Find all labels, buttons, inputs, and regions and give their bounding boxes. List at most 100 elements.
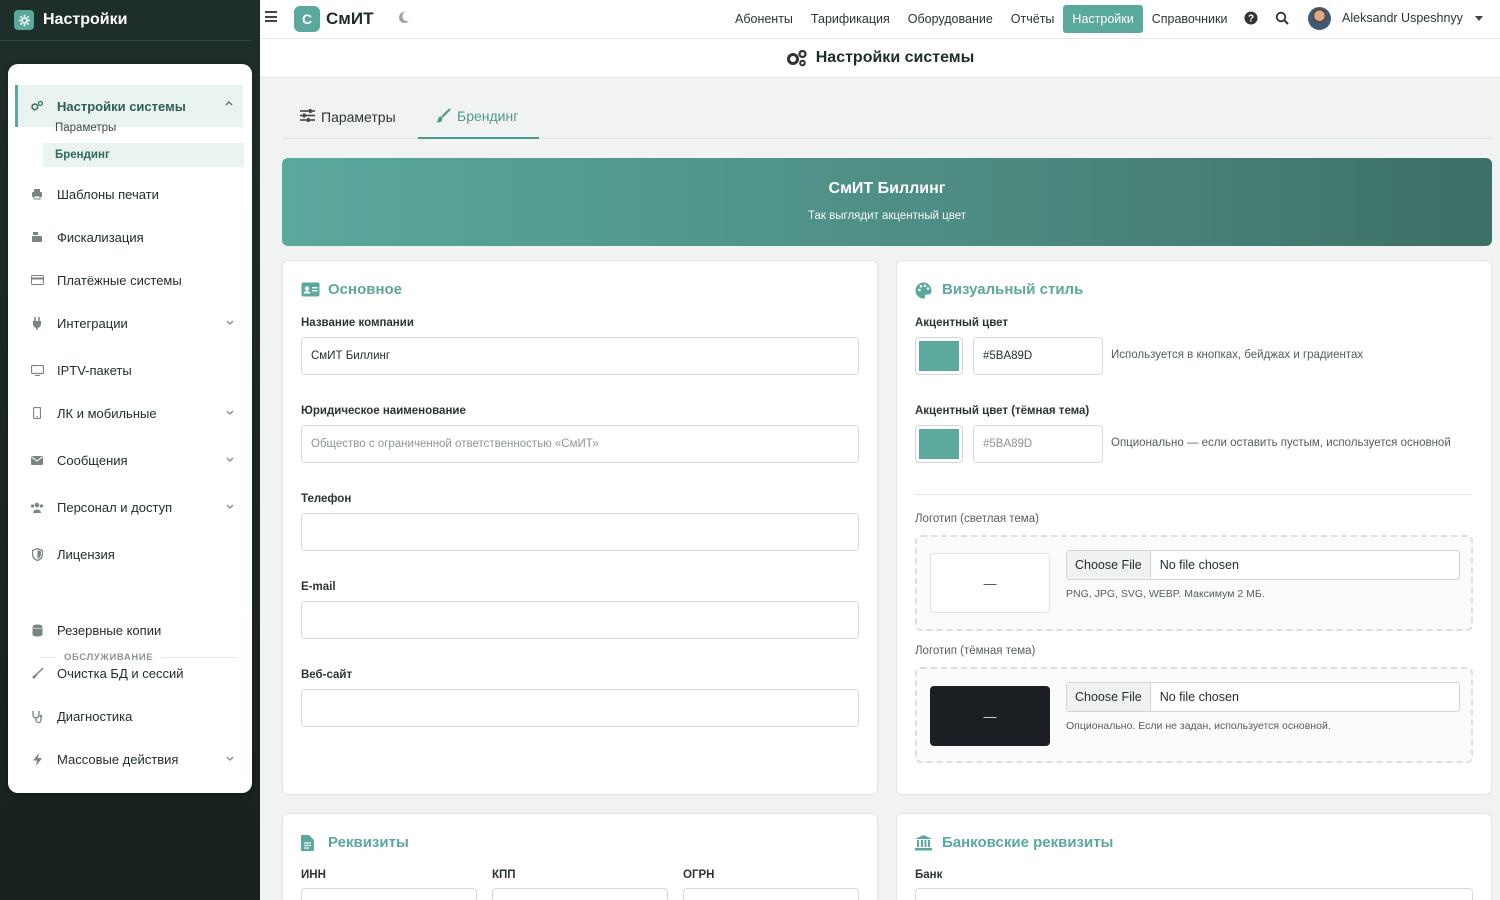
help-icon[interactable]: ? bbox=[1244, 11, 1258, 25]
broom-icon bbox=[30, 666, 44, 680]
credit-card-icon bbox=[30, 273, 44, 287]
svg-text:?: ? bbox=[1248, 14, 1254, 25]
sidebar-item-iptv-packages[interactable]: IPTV-пакеты bbox=[16, 355, 244, 385]
nav-settings[interactable]: Настройки bbox=[1063, 5, 1143, 33]
cogs-icon bbox=[30, 99, 44, 113]
sidebar-item-label: Шаблоны печати bbox=[57, 186, 159, 202]
logo-light-file-input[interactable]: Choose File No file chosen bbox=[1066, 550, 1460, 580]
moon-icon[interactable] bbox=[397, 11, 411, 25]
accent-color-swatch bbox=[919, 341, 959, 371]
accent-dark-hint: Опционально — если оставить пустым, испо… bbox=[1111, 437, 1451, 449]
accent-color-label: Акцентный цвет bbox=[915, 317, 1008, 329]
page-header: Настройки системы bbox=[260, 39, 1500, 78]
nav-tariffs[interactable]: Тарификация bbox=[802, 5, 899, 33]
requisites-card: Реквизиты ИНН КПП ОГРН bbox=[282, 813, 878, 900]
file-text-icon bbox=[301, 834, 320, 851]
settings-tabs: Параметры Брендинг bbox=[282, 94, 1492, 139]
sidebar-subitem-label: Параметры bbox=[55, 122, 117, 134]
sidebar-item-bulk-actions[interactable]: Массовые действия bbox=[16, 744, 244, 774]
tab-branding[interactable]: Брендинг bbox=[418, 94, 539, 139]
file-status: No file chosen bbox=[1159, 558, 1239, 572]
bank-input[interactable] bbox=[915, 888, 1473, 900]
hamburger-menu-icon[interactable] bbox=[265, 11, 277, 23]
website-input[interactable] bbox=[301, 689, 859, 727]
email-input[interactable] bbox=[301, 601, 859, 639]
user-name[interactable]: Aleksandr Uspeshnyy bbox=[1342, 11, 1463, 25]
sidebar-item-integrations[interactable]: Интеграции bbox=[16, 308, 244, 338]
sidebar-item-messages[interactable]: Сообщения bbox=[16, 445, 244, 475]
sidebar: Настройки Настройки системы Параметры Бр… bbox=[0, 0, 260, 900]
paint-brush-icon bbox=[436, 108, 451, 123]
logo-light-label: Логотип (светлая тема) bbox=[915, 513, 1039, 525]
sidebar-item-mobile[interactable]: ЛК и мобильные bbox=[16, 398, 244, 428]
sidebar-item-staff-access[interactable]: Персонал и доступ bbox=[16, 492, 244, 522]
sidebar-item-label: Сообщения bbox=[57, 452, 128, 468]
inn-label: ИНН bbox=[301, 869, 326, 881]
bank-details-card: Банковские реквизиты Банк bbox=[896, 813, 1492, 900]
accent-dark-label: Акцентный цвет (тёмная тема) bbox=[915, 405, 1090, 417]
envelope-icon bbox=[30, 453, 44, 467]
card-title: Визуальный стиль bbox=[915, 281, 1083, 298]
ogrn-label: ОГРН bbox=[683, 869, 715, 881]
sidebar-item-label: IPTV-пакеты bbox=[57, 362, 132, 378]
sidebar-item-diagnostics[interactable]: Диагностика bbox=[16, 701, 244, 731]
sidebar-subitem-label: Брендинг bbox=[55, 149, 110, 161]
phone-input[interactable] bbox=[301, 513, 859, 551]
settings-gear-icon bbox=[14, 10, 34, 30]
chevron-down-icon bbox=[226, 408, 234, 416]
cogs-icon bbox=[786, 49, 808, 67]
accent-color-picker[interactable] bbox=[915, 337, 963, 375]
tab-label: Параметры bbox=[321, 108, 396, 125]
nav-subscribers[interactable]: Абоненты bbox=[726, 5, 802, 33]
nav-reports[interactable]: Отчёты bbox=[1002, 5, 1064, 33]
sidebar-item-payment-systems[interactable]: Платёжные системы bbox=[16, 265, 244, 295]
choose-file-button[interactable]: Choose File bbox=[1067, 683, 1151, 711]
legal-name-input[interactable]: Общество с ограниченной ответственностью… bbox=[301, 425, 859, 463]
logo-dark-dropzone[interactable]: — Choose File No file chosen Опционально… bbox=[915, 667, 1473, 763]
avatar[interactable] bbox=[1308, 7, 1331, 30]
divider bbox=[915, 494, 1473, 495]
tab-label: Брендинг bbox=[457, 107, 519, 124]
nav-directories[interactable]: Справочники bbox=[1143, 5, 1237, 33]
search-icon[interactable] bbox=[1275, 11, 1289, 25]
sidebar-item-backups[interactable]: Резервные копии bbox=[16, 615, 244, 645]
inn-input[interactable] bbox=[301, 888, 477, 900]
accent-dark-hex-input[interactable]: #5BA89D bbox=[973, 425, 1103, 463]
banner-title: СмИТ Биллинг bbox=[828, 180, 946, 197]
sidebar-header: Настройки bbox=[0, 0, 250, 41]
kpp-label: КПП bbox=[492, 869, 516, 881]
sidebar-subitem-branding[interactable]: Брендинг bbox=[43, 143, 244, 167]
card-title-text: Визуальный стиль bbox=[942, 281, 1084, 298]
sidebar-item-db-cleanup[interactable]: Очистка БД и сессий bbox=[16, 658, 244, 688]
accent-dark-color-picker[interactable] bbox=[915, 425, 963, 463]
accent-color-hex-input[interactable]: #5BA89D bbox=[973, 337, 1103, 375]
caret-down-icon[interactable] bbox=[1475, 16, 1483, 21]
kpp-input[interactable] bbox=[492, 888, 668, 900]
accent-color-hint: Используется в кнопках, бейджах и градие… bbox=[1111, 349, 1364, 361]
sidebar-item-label: Фискализация bbox=[57, 229, 144, 245]
sidebar-item-label: Лицензия bbox=[57, 546, 115, 562]
logo-light-dropzone[interactable]: — Choose File No file chosen PNG, JPG, S… bbox=[915, 535, 1473, 631]
choose-file-button[interactable]: Choose File bbox=[1067, 551, 1151, 579]
accent-dark-color-swatch bbox=[919, 429, 959, 459]
app-logo[interactable]: С bbox=[294, 6, 320, 32]
settings-menu: Настройки системы Параметры Брендинг Шаб… bbox=[8, 64, 252, 793]
plug-icon bbox=[30, 316, 44, 330]
logo-dark-label: Логотип (тёмная тема) bbox=[915, 645, 1036, 657]
sidebar-subitem-parameters[interactable]: Параметры bbox=[43, 116, 244, 140]
ogrn-input[interactable] bbox=[683, 888, 859, 900]
app-name[interactable]: СмИТ bbox=[326, 9, 373, 29]
company-name-input[interactable]: СмИТ Биллинг bbox=[301, 337, 859, 375]
palette-icon bbox=[915, 282, 934, 298]
nav-equipment[interactable]: Оборудование bbox=[899, 5, 1002, 33]
chevron-down-icon bbox=[226, 502, 234, 510]
sidebar-item-fiscalization[interactable]: Фискализация bbox=[16, 222, 244, 252]
sidebar-item-license[interactable]: Лицензия bbox=[16, 539, 244, 569]
cash-register-icon bbox=[30, 230, 44, 244]
tab-parameters[interactable]: Параметры bbox=[282, 94, 418, 139]
sidebar-item-print-templates[interactable]: Шаблоны печати bbox=[16, 179, 244, 209]
top-navbar: С СмИТ Абоненты Тарификация Оборудование… bbox=[260, 0, 1500, 39]
logo-dark-file-input[interactable]: Choose File No file chosen bbox=[1066, 682, 1460, 712]
id-card-icon bbox=[301, 282, 320, 298]
phone-label: Телефон bbox=[301, 493, 352, 505]
